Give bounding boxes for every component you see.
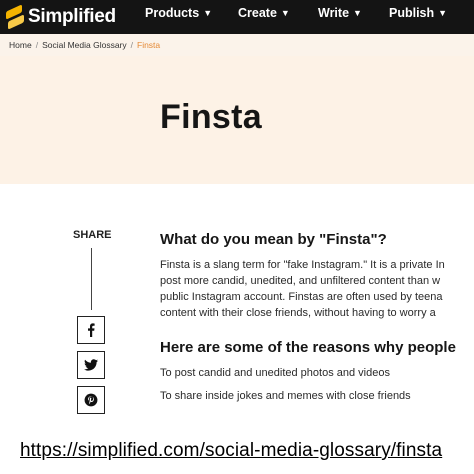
page-title: Finsta <box>160 98 262 136</box>
chevron-down-icon: ▼ <box>280 8 290 18</box>
article-heading-reasons: Here are some of the reasons why people <box>160 339 456 356</box>
paragraph-line: Finsta is a slang term for "fake Instagr… <box>160 259 445 271</box>
nav-item-products[interactable]: Products ▼ <box>145 0 212 26</box>
share-pinterest-button[interactable] <box>77 386 105 414</box>
url-caption-bar: https://simplified.com/social-media-glos… <box>0 432 474 474</box>
breadcrumb-home[interactable]: Home <box>9 40 32 50</box>
content-fade <box>160 410 474 432</box>
reason-item: To post candid and unedited photos and v… <box>160 367 390 379</box>
share-label: SHARE <box>73 229 112 241</box>
pinterest-icon <box>84 393 98 407</box>
reason-item: To share inside jokes and memes with clo… <box>160 390 411 402</box>
nav-item-label: Write <box>318 6 350 20</box>
hero-banner: Finsta <box>0 56 474 184</box>
nav-item-publish[interactable]: Publish ▼ <box>389 0 447 26</box>
breadcrumb-glossary[interactable]: Social Media Glossary <box>42 40 127 50</box>
simplified-logo-icon <box>6 4 24 30</box>
nav-item-label: Products <box>145 6 200 20</box>
paragraph-line: content with their close friends, withou… <box>160 307 436 319</box>
nav-item-label: Create <box>238 6 277 20</box>
chevron-down-icon: ▼ <box>438 8 448 18</box>
source-url[interactable]: https://simplified.com/social-media-glos… <box>20 440 442 462</box>
nav-item-create[interactable]: Create ▼ <box>238 0 290 26</box>
twitter-icon <box>84 359 98 371</box>
facebook-icon <box>88 323 95 337</box>
breadcrumb-separator: / <box>35 40 39 50</box>
brand-logo[interactable]: Simplified <box>6 4 116 30</box>
chevron-down-icon: ▼ <box>353 8 362 18</box>
paragraph-line: public Instagram account. Finstas are of… <box>160 291 443 303</box>
breadcrumb: Home / Social Media Glossary / Finsta <box>9 40 160 50</box>
breadcrumb-separator: / <box>130 40 133 50</box>
chevron-down-icon: ▼ <box>203 8 213 18</box>
nav-item-write[interactable]: Write ▼ <box>318 0 362 26</box>
share-divider <box>91 248 92 310</box>
paragraph-line: post more candid, unedited, and unfilter… <box>160 275 441 287</box>
share-twitter-button[interactable] <box>77 351 105 379</box>
article-heading-definition: What do you mean by "Finsta"? <box>160 231 387 248</box>
brand-name: Simplified <box>28 6 116 27</box>
nav-item-label: Publish <box>389 6 435 20</box>
breadcrumb-current: Finsta <box>137 40 161 50</box>
top-navbar: Simplified Products ▼ Create ▼ Write ▼ Publ… <box>0 0 474 34</box>
breadcrumb-bar: Home / Social Media Glossary / Finsta <box>0 34 474 56</box>
share-facebook-button[interactable] <box>77 316 105 344</box>
